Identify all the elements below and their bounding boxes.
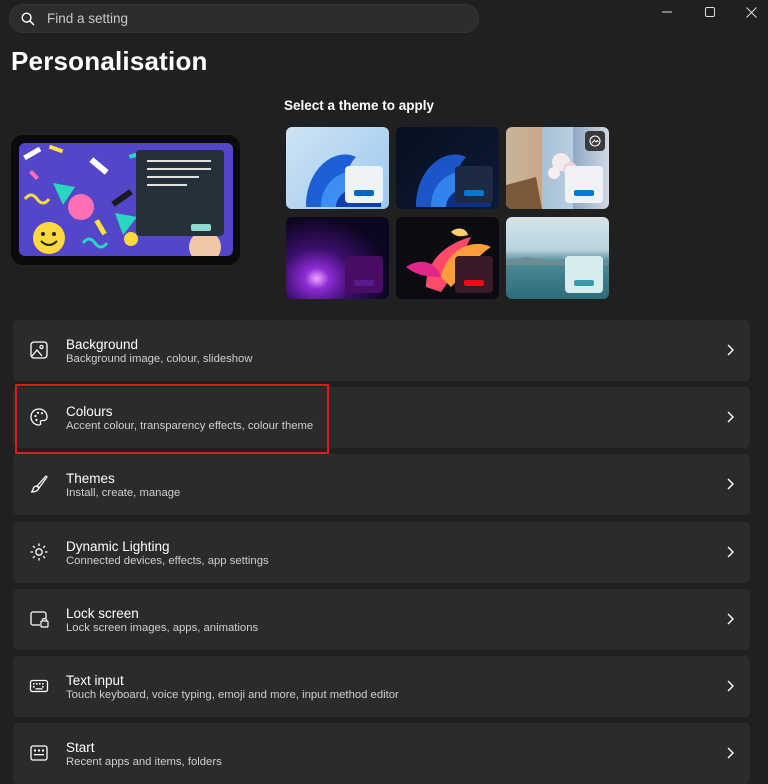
close-icon: [745, 6, 757, 18]
setting-text-input[interactable]: Text input Touch keyboard, voice typing,…: [13, 656, 750, 717]
setting-subtitle: Touch keyboard, voice typing, emoji and …: [66, 689, 399, 701]
setting-start[interactable]: Start Recent apps and items, folders: [13, 723, 750, 784]
minimize-icon: [662, 11, 672, 13]
setting-subtitle: Install, create, manage: [66, 487, 181, 499]
preview-window: [136, 150, 224, 236]
brush-icon: [30, 475, 48, 493]
theme-thumb-glow-flower[interactable]: [506, 127, 609, 209]
theme-preview: [11, 135, 240, 265]
theme-thumb-lake-flow[interactable]: [506, 217, 609, 299]
chevron-right-icon: [727, 613, 734, 625]
setting-title: Start: [66, 740, 95, 755]
chevron-right-icon: [727, 411, 734, 423]
setting-subtitle: Recent apps and items, folders: [66, 756, 222, 768]
glow-flower-badge-icon: [585, 131, 605, 151]
close-button[interactable]: [728, 0, 768, 24]
image-icon: [30, 341, 48, 359]
setting-title: Text input: [66, 673, 124, 688]
minimize-button[interactable]: [644, 0, 690, 24]
setting-subtitle: Background image, colour, slideshow: [66, 353, 253, 365]
setting-dynamic-lighting[interactable]: Dynamic Lighting Connected devices, effe…: [13, 522, 750, 583]
page-title: Personalisation: [11, 46, 208, 76]
search-input[interactable]: [45, 10, 449, 27]
setting-themes[interactable]: Themes Install, create, manage: [13, 454, 750, 515]
setting-lock-screen[interactable]: Lock screen Lock screen images, apps, an…: [13, 589, 750, 650]
lighting-icon: [30, 543, 48, 561]
keyboard-icon: [29, 679, 49, 693]
theme-thumb-windows-dark[interactable]: [396, 127, 499, 209]
chevron-right-icon: [727, 478, 734, 490]
maximize-icon: [705, 7, 715, 17]
start-icon: [30, 745, 48, 761]
theme-heading: Select a theme to apply: [284, 98, 435, 113]
setting-subtitle: Connected devices, effects, app settings: [66, 555, 269, 567]
chevron-right-icon: [727, 546, 734, 558]
search-icon: [21, 11, 35, 26]
theme-thumb-purple-glow[interactable]: [286, 217, 389, 299]
chevron-right-icon: [727, 747, 734, 759]
maximize-button[interactable]: [687, 0, 733, 24]
setting-title: Lock screen: [66, 606, 139, 621]
lock-screen-icon: [30, 611, 49, 628]
setting-title: Background: [66, 337, 139, 352]
theme-thumb-windows-light[interactable]: [286, 127, 389, 209]
setting-title: Dynamic Lighting: [66, 539, 170, 554]
setting-subtitle: Lock screen images, apps, animations: [66, 622, 259, 634]
colours-highlight-box: [15, 384, 329, 454]
chevron-right-icon: [727, 344, 734, 356]
theme-thumb-captured-motion[interactable]: [396, 217, 499, 299]
setting-background[interactable]: Background Background image, colour, sli…: [13, 320, 750, 381]
setting-title: Themes: [66, 471, 115, 486]
search-box[interactable]: [9, 4, 479, 33]
chevron-right-icon: [727, 680, 734, 692]
